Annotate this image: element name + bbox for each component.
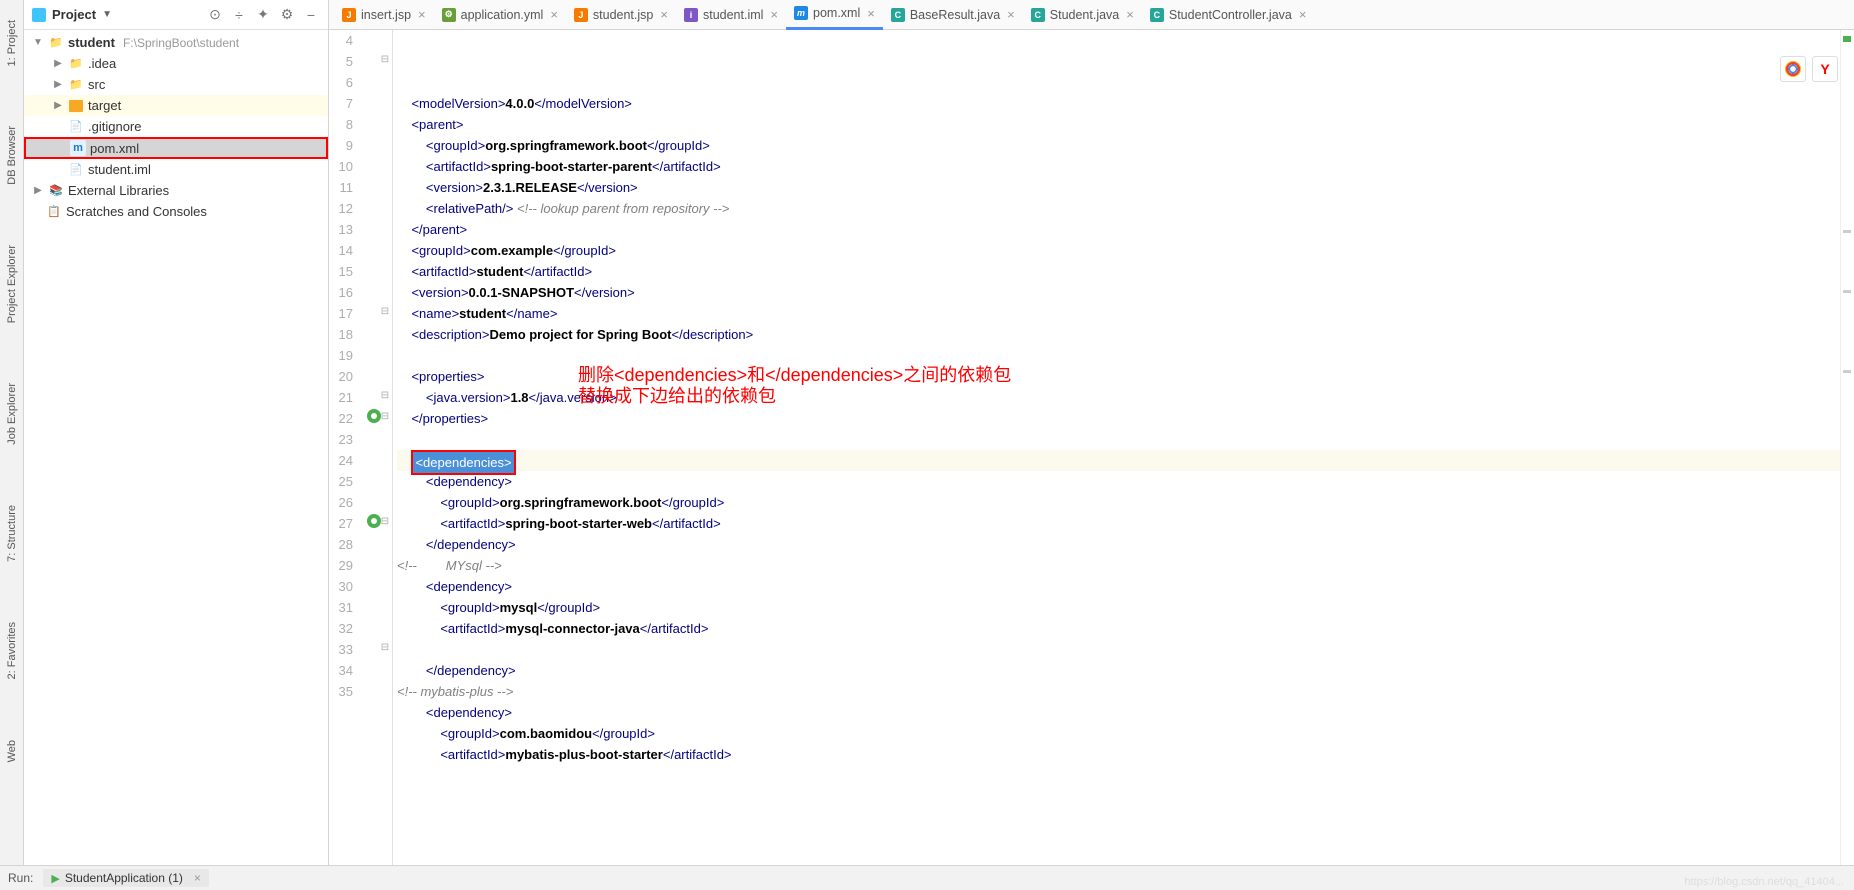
tree-item-target[interactable]: ▶ target xyxy=(24,95,328,116)
tab-studentcontroller-java[interactable]: CStudentController.java× xyxy=(1142,0,1315,30)
editor-tabs: Jinsert.jsp× ⚙application.yml× Jstudent.… xyxy=(329,0,1854,30)
tab-structure[interactable]: 7: Structure xyxy=(6,505,18,562)
close-icon[interactable]: × xyxy=(194,871,201,885)
run-icon: ▶ xyxy=(51,872,59,885)
tree-item-iml[interactable]: 📄 student.iml xyxy=(24,159,328,180)
close-icon[interactable]: × xyxy=(1126,7,1134,22)
tree-external-libs[interactable]: ▶📚 External Libraries xyxy=(24,180,328,201)
line-numbers: 4567891011121314151617181920212223242526… xyxy=(329,30,365,867)
override-icon[interactable] xyxy=(367,514,381,528)
tab-project-explorer[interactable]: Project Explorer xyxy=(6,245,18,323)
run-tab[interactable]: ▶ StudentApplication (1) × xyxy=(43,869,209,887)
chevron-down-icon[interactable]: ▼ xyxy=(102,9,112,20)
tree-scratches[interactable]: 📋 Scratches and Consoles xyxy=(24,201,328,222)
tab-favorites[interactable]: 2: Favorites xyxy=(6,622,18,679)
browser-widgets: Y xyxy=(1780,56,1838,82)
close-icon[interactable]: × xyxy=(550,7,558,22)
tab-web[interactable]: Web xyxy=(6,740,18,762)
override-icon[interactable] xyxy=(367,409,381,423)
project-header: Project ▼ ⊙ ÷ ✦ ⚙ − xyxy=(24,0,328,30)
tree-item-gitignore[interactable]: 📄 .gitignore xyxy=(24,116,328,137)
right-gutter[interactable] xyxy=(1840,30,1854,867)
tab-student-iml[interactable]: istudent.iml× xyxy=(676,0,786,30)
yandex-icon[interactable]: Y xyxy=(1812,56,1838,82)
gutter-marks: ⊟ ⊟ ⊟ ⊟ ⊟ ⊟ xyxy=(365,30,393,867)
tab-baseresult-java[interactable]: CBaseResult.java× xyxy=(883,0,1023,30)
tab-application-yml[interactable]: ⚙application.yml× xyxy=(434,0,566,30)
bottom-bar: Run: ▶ StudentApplication (1) × https://… xyxy=(0,865,1854,890)
code-editor[interactable]: 删除<dependencies>和</dependencies>之间的依赖包 替… xyxy=(393,30,1840,867)
editor-area: Jinsert.jsp× ⚙application.yml× Jstudent.… xyxy=(329,0,1854,890)
tree-root[interactable]: ▼ 📁 student F:\SpringBoot\student xyxy=(24,32,328,53)
tab-job-explorer[interactable]: Job Explorer xyxy=(6,383,18,445)
close-icon[interactable]: × xyxy=(1007,7,1015,22)
tab-project[interactable]: 1: Project xyxy=(6,20,18,66)
chrome-icon[interactable] xyxy=(1780,56,1806,82)
left-tool-tabs: 1: Project DB Browser Project Explorer J… xyxy=(0,0,24,890)
project-tree[interactable]: ▼ 📁 student F:\SpringBoot\student ▶📁 .id… xyxy=(24,30,328,890)
tab-db-browser[interactable]: DB Browser xyxy=(6,126,18,185)
project-icon xyxy=(32,8,46,22)
watermark: https://blog.csdn.net/qq_41404... xyxy=(1684,876,1844,888)
close-icon[interactable]: × xyxy=(1299,7,1307,22)
hide-icon[interactable]: − xyxy=(302,6,320,24)
close-icon[interactable]: × xyxy=(418,7,426,22)
tab-student-jsp[interactable]: Jstudent.jsp× xyxy=(566,0,676,30)
gear-icon[interactable]: ⚙ xyxy=(278,6,296,24)
tree-item-idea[interactable]: ▶📁 .idea xyxy=(24,53,328,74)
project-panel: Project ▼ ⊙ ÷ ✦ ⚙ − ▼ 📁 student F:\Sprin… xyxy=(24,0,329,890)
close-icon[interactable]: × xyxy=(867,6,875,21)
tree-item-pom[interactable]: m pom.xml xyxy=(24,137,328,159)
tree-item-src[interactable]: ▶📁 src xyxy=(24,74,328,95)
collapse-icon[interactable]: ✦ xyxy=(254,6,272,24)
close-icon[interactable]: × xyxy=(660,7,668,22)
run-label[interactable]: Run: xyxy=(8,871,33,885)
locate-icon[interactable]: ⊙ xyxy=(206,6,224,24)
tab-student-java[interactable]: CStudent.java× xyxy=(1023,0,1142,30)
tab-pom-xml[interactable]: mpom.xml× xyxy=(786,0,883,30)
tab-insert-jsp[interactable]: Jinsert.jsp× xyxy=(334,0,434,30)
expand-icon[interactable]: ÷ xyxy=(230,6,248,24)
project-title[interactable]: Project xyxy=(52,7,96,22)
close-icon[interactable]: × xyxy=(770,7,778,22)
